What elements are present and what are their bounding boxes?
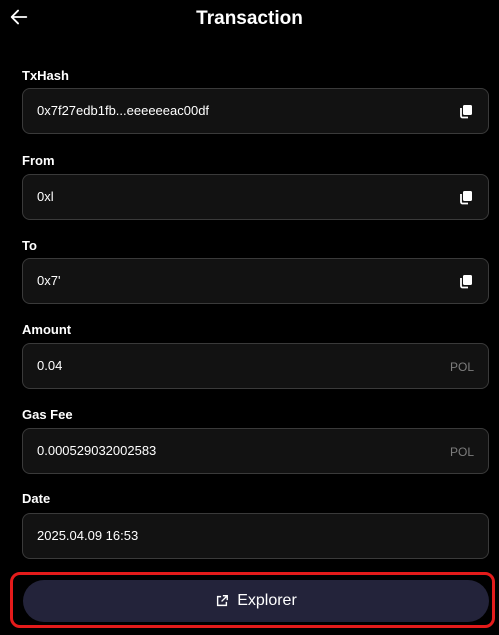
from-field: 0xl [22, 174, 489, 220]
gas-fee-field: 0.000529032002583 POL [22, 428, 489, 474]
txhash-field: 0x7f27edb1fb...eeeeeeac00df [22, 88, 489, 134]
external-link-icon [217, 595, 229, 607]
amount-value: 0.04 [37, 358, 63, 373]
to-value: 0x7' [37, 273, 61, 288]
from-label: From [22, 153, 55, 168]
copy-icon[interactable] [458, 273, 474, 289]
header-bar: Transaction [0, 0, 499, 38]
amount-unit: POL [449, 360, 474, 374]
copy-icon[interactable] [458, 189, 474, 205]
explorer-button[interactable]: Explorer [23, 580, 489, 622]
date-field: 2025.04.09 16:53 [22, 513, 489, 559]
date-label: Date [22, 491, 51, 506]
gas-fee-label: Gas Fee [22, 407, 73, 422]
txhash-value: 0x7f27edb1fb...eeeeeeac00df [37, 103, 210, 118]
explorer-label: Explorer [237, 592, 297, 609]
amount-label: Amount [22, 322, 72, 337]
to-field: 0x7' [22, 258, 489, 304]
copy-icon[interactable] [458, 103, 474, 119]
to-label: To [22, 238, 37, 253]
from-value: 0xl [37, 189, 54, 204]
date-value: 2025.04.09 16:53 [37, 528, 139, 543]
txhash-label: TxHash [22, 68, 69, 83]
gas-fee-value: 0.000529032002583 [37, 443, 157, 458]
amount-field: 0.04 POL [22, 343, 489, 389]
page-title: Transaction [196, 8, 303, 29]
gas-fee-unit: POL [449, 445, 474, 459]
